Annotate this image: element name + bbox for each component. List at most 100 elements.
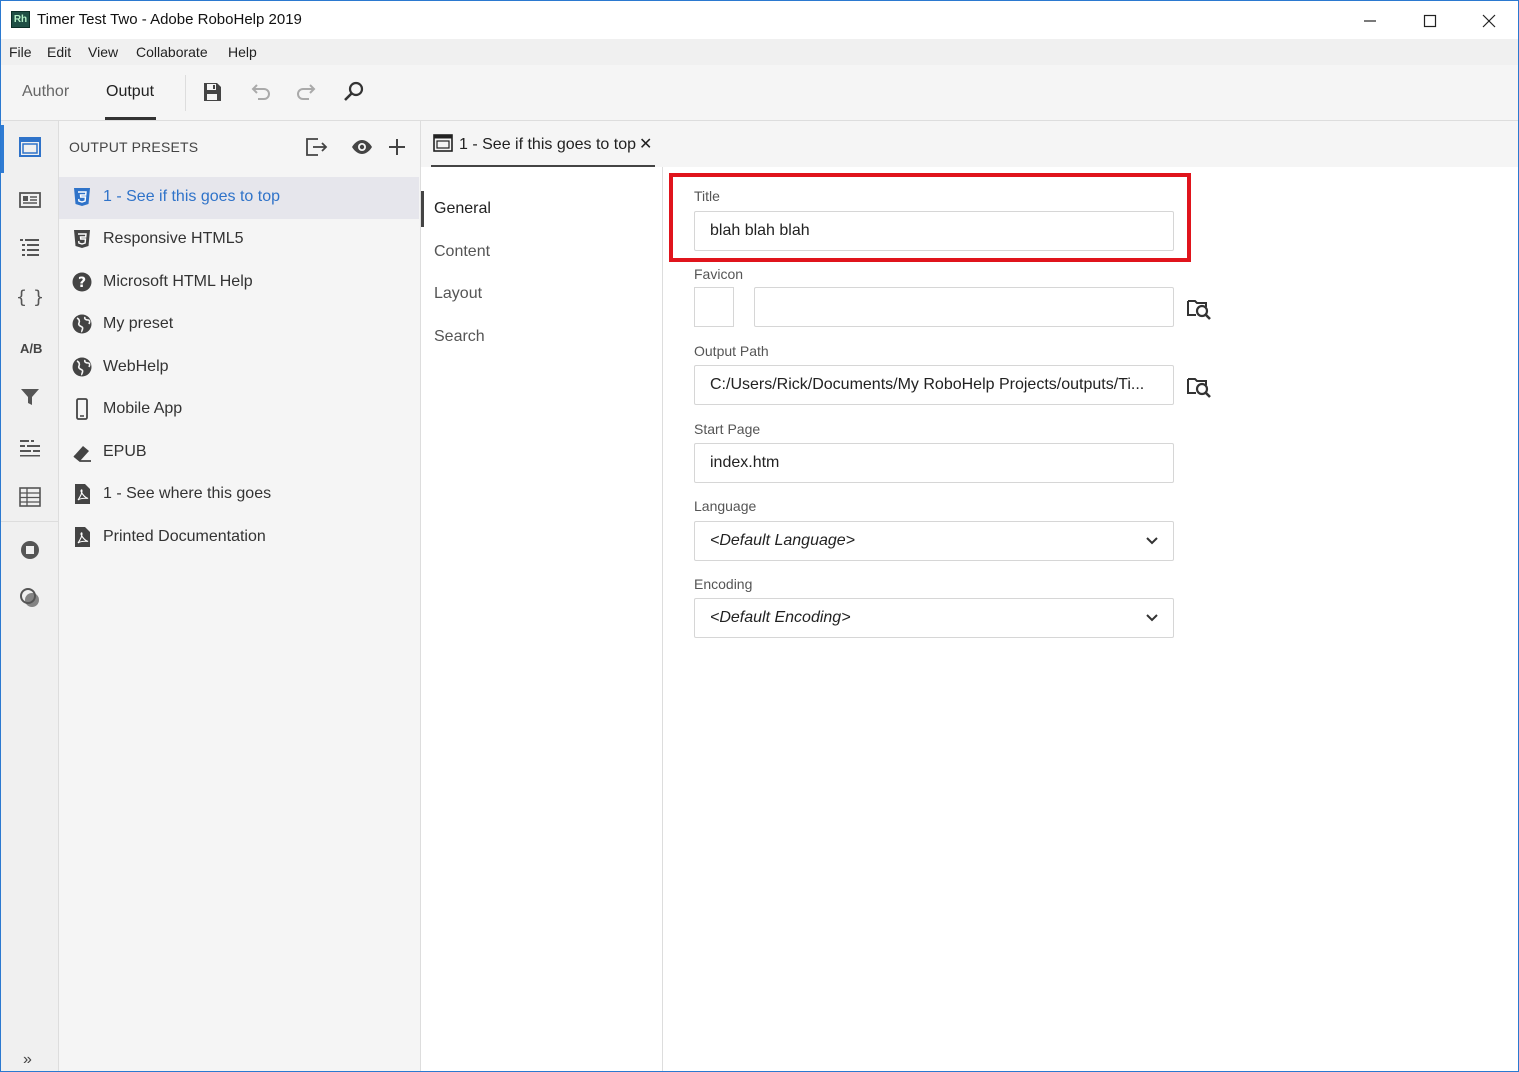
language-label: Language [694, 498, 757, 514]
menu-edit[interactable]: Edit [47, 44, 71, 60]
filter-icon[interactable] [18, 385, 42, 409]
minimize-button[interactable] [1347, 3, 1393, 37]
output-presets-panel: OUTPUT PRESETS 1 - See if this goes to t… [59, 121, 421, 1071]
start-page-label: Start Page [694, 421, 761, 437]
favicon-preview [694, 287, 734, 327]
title-bar: Rh Timer Test Two - Adobe RoboHelp 2019 [1, 1, 1518, 39]
language-select[interactable]: <Default Language> [694, 521, 1174, 561]
menu-file[interactable]: File [9, 44, 32, 60]
rail-divider [1, 521, 59, 522]
browse-folder-icon[interactable] [1186, 295, 1212, 321]
expand-rail-icon[interactable]: » [23, 1051, 32, 1069]
preset-label: My preset [103, 315, 174, 332]
preset-label: 1 - See where this goes [103, 485, 272, 502]
conditional-text-icon[interactable]: A/B [20, 341, 42, 356]
app-window: Rh Timer Test Two - Adobe RoboHelp 2019 … [0, 0, 1519, 1072]
output-path-label: Output Path [694, 343, 769, 359]
settings-nav: General Content Layout Search [421, 167, 663, 1071]
window-title: Timer Test Two - Adobe RoboHelp 2019 [37, 11, 302, 28]
title-label: Title [694, 188, 720, 204]
preset-label: Printed Documentation [103, 528, 266, 545]
document-tab-label: 1 - See if this goes to top [459, 136, 636, 153]
nav-content[interactable]: Content [434, 243, 490, 261]
preset-item[interactable]: 1 - See if this goes to top [59, 177, 419, 219]
preset-item[interactable]: Responsive HTML5 [59, 219, 419, 261]
output-path-field[interactable]: C:/Users/Rick/Documents/My RoboHelp Proj… [694, 365, 1174, 405]
active-tab-indicator [105, 117, 156, 120]
preset-document-icon [433, 134, 453, 152]
preset-label: 1 - See if this goes to top [103, 188, 280, 205]
record-stop-icon[interactable] [18, 538, 42, 562]
document-tab-strip: 1 - See if this goes to top ✕ [421, 121, 1518, 167]
menu-collaborate[interactable]: Collaborate [136, 44, 208, 60]
globe-icon [71, 313, 93, 335]
globe-icon [71, 356, 93, 378]
nav-layout[interactable]: Layout [434, 285, 482, 303]
table-icon[interactable] [18, 485, 42, 509]
preset-label: Microsoft HTML Help [103, 273, 253, 290]
encoding-select[interactable]: <Default Encoding> [694, 598, 1174, 638]
encoding-label: Encoding [694, 576, 753, 592]
preset-item[interactable]: EPUB [59, 432, 419, 474]
nav-active-indicator [421, 191, 424, 227]
epub-icon [71, 441, 93, 463]
language-value: <Default Language> [710, 532, 856, 549]
add-preset-icon[interactable] [385, 135, 409, 159]
nav-search[interactable]: Search [434, 328, 485, 346]
help-icon: ? [71, 271, 93, 293]
preset-item[interactable]: My preset [59, 304, 419, 346]
start-page-field[interactable]: index.htm [694, 443, 1174, 483]
preset-label: WebHelp [103, 358, 169, 375]
robohelp-logo: Rh [11, 11, 30, 28]
encoding-value: <Default Encoding> [710, 609, 851, 626]
preset-item[interactable]: WebHelp [59, 347, 419, 389]
pdf-icon [71, 483, 93, 505]
close-button[interactable] [1466, 3, 1512, 37]
left-icon-rail: { } A/B » [1, 121, 59, 1071]
redo-icon[interactable] [294, 79, 320, 105]
rail-active-indicator [1, 125, 4, 173]
output-presets-icon[interactable] [18, 135, 42, 159]
mobile-icon [71, 398, 93, 420]
menu-help[interactable]: Help [228, 44, 257, 60]
preview-eye-icon[interactable] [350, 135, 374, 159]
general-settings-form: Title blah blah blah Favicon Output Path… [663, 167, 1518, 1071]
table-of-contents-icon[interactable] [18, 235, 42, 259]
close-tab-icon[interactable]: ✕ [639, 134, 652, 154]
preset-item[interactable]: Mobile App [59, 389, 419, 431]
title-field[interactable]: blah blah blah [694, 211, 1174, 251]
preset-label: EPUB [103, 443, 147, 460]
html5-icon [71, 228, 93, 250]
preset-label: Responsive HTML5 [103, 230, 244, 247]
menu-bar: File Edit View Collaborate Help [1, 39, 1518, 65]
preset-item[interactable]: ? Microsoft HTML Help [59, 262, 419, 304]
preset-item[interactable]: 1 - See where this goes [59, 474, 419, 516]
chevron-down-icon [1145, 534, 1159, 548]
favicon-label: Favicon [694, 266, 744, 282]
preset-label: Mobile App [103, 400, 183, 417]
review-icon[interactable] [18, 586, 42, 610]
preset-item[interactable]: Printed Documentation [59, 517, 419, 559]
variables-icon[interactable]: { } [16, 285, 45, 309]
browse-folder-icon[interactable] [1186, 373, 1212, 399]
pdf-icon [71, 526, 93, 548]
maximize-button[interactable] [1407, 3, 1453, 37]
panel-header: OUTPUT PRESETS [69, 139, 199, 155]
toolbar-divider [185, 75, 186, 111]
nav-general[interactable]: General [434, 200, 491, 218]
search-icon[interactable] [341, 79, 367, 105]
publish-profiles-icon[interactable] [18, 188, 42, 212]
tab-author[interactable]: Author [22, 83, 69, 101]
favicon-field[interactable] [754, 287, 1174, 327]
svg-text:?: ? [78, 275, 86, 291]
toolbar: Author Output [1, 65, 1518, 121]
menu-view[interactable]: View [88, 44, 118, 60]
undo-icon[interactable] [247, 79, 273, 105]
save-icon[interactable] [199, 79, 225, 105]
chevron-down-icon [1145, 611, 1159, 625]
export-icon[interactable] [304, 135, 328, 159]
svg-text:{ }: { } [18, 287, 42, 308]
document-tab[interactable]: 1 - See if this goes to top ✕ [431, 121, 655, 167]
tab-output[interactable]: Output [106, 83, 154, 101]
snippets-icon[interactable] [18, 435, 42, 459]
